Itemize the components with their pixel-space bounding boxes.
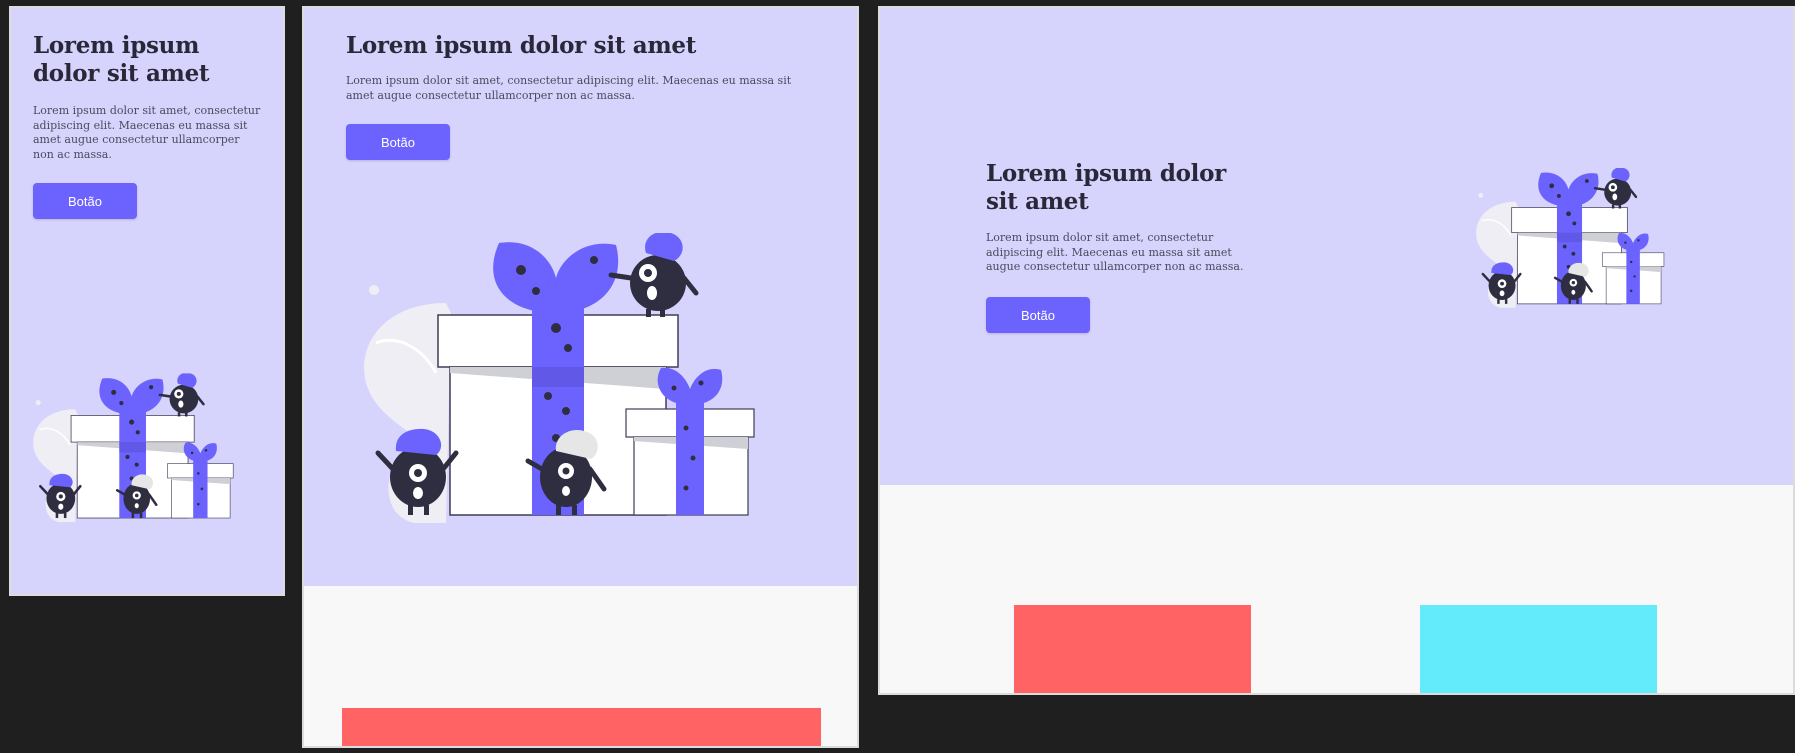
gift-boxes-monsters-illustration-icon xyxy=(1472,168,1694,327)
gift-boxes-monsters-illustration-icon xyxy=(356,233,816,563)
hero-section: Lorem ipsum dolor sit amet Lorem ipsum d… xyxy=(880,8,1793,485)
feature-card-red xyxy=(342,708,821,746)
hero-button[interactable]: Botão xyxy=(33,183,137,219)
tablet-preview-frame: Lorem ipsum dolor sit amet Lorem ipsum d… xyxy=(302,6,859,748)
hero-title: Lorem ipsum dolor sit amet xyxy=(346,32,697,59)
hero-button[interactable]: Botão xyxy=(346,124,450,160)
hero-description: Lorem ipsum dolor sit amet, consectetur … xyxy=(986,231,1244,273)
feature-card-red xyxy=(1014,605,1251,693)
hero-title: Lorem ipsum dolor sit amet xyxy=(986,160,1226,215)
hero-section: Lorem ipsum dolor sit amet Lorem ipsum d… xyxy=(11,8,283,594)
hero-description: Lorem ipsum dolor sit amet, consectetur … xyxy=(346,74,792,102)
gift-boxes-monsters-illustration-icon xyxy=(29,373,265,543)
feature-card-cyan xyxy=(1420,605,1657,693)
hero-section: Lorem ipsum dolor sit amet Lorem ipsum d… xyxy=(304,8,857,586)
mobile-preview-frame: Lorem ipsum dolor sit amet Lorem ipsum d… xyxy=(9,6,285,596)
hero-title: Lorem ipsum dolor sit amet xyxy=(33,32,210,87)
desktop-preview-frame: Lorem ipsum dolor sit amet Lorem ipsum d… xyxy=(878,6,1795,695)
hero-description: Lorem ipsum dolor sit amet, consectetur … xyxy=(33,104,261,161)
hero-button[interactable]: Botão xyxy=(986,297,1090,333)
